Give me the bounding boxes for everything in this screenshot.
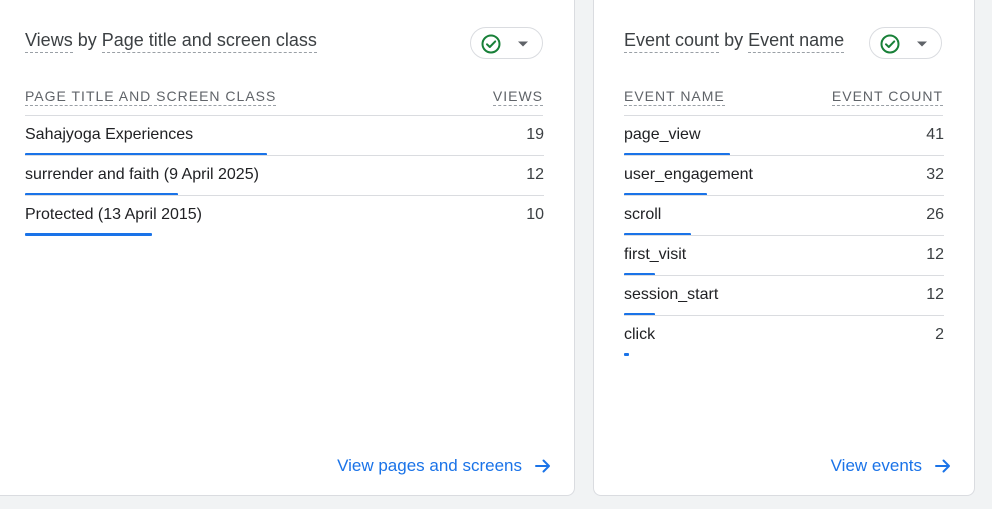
table-row[interactable]: page_view 41: [624, 115, 944, 156]
view-events-link[interactable]: View events: [831, 455, 952, 477]
column-header-metric[interactable]: VIEWS: [492, 87, 543, 106]
row-label: page_view: [624, 126, 701, 143]
column-header-dimension[interactable]: EVENT NAME: [624, 87, 725, 106]
caret-down-icon: [518, 41, 528, 47]
title-connector: by: [77, 30, 97, 50]
link-label: View events: [830, 456, 922, 475]
dimension-title[interactable]: Event name: [748, 30, 845, 53]
card-options-button[interactable]: [470, 27, 543, 59]
title-connector: by: [724, 30, 744, 50]
row-label: user_engagement: [624, 166, 753, 183]
table-row[interactable]: scroll 26: [624, 195, 944, 236]
row-value: 12: [926, 286, 944, 303]
caret-down-icon: [917, 41, 927, 47]
column-header-dimension[interactable]: PAGE TITLE AND SCREEN CLASS: [25, 87, 277, 106]
arrow-right-icon: [535, 459, 550, 473]
row-value-bar: [624, 353, 629, 356]
row-label: Sahajyoga Experiences: [25, 126, 194, 143]
metric-title[interactable]: Event count: [624, 30, 720, 53]
card-title: Views by Page title and screen class: [25, 29, 317, 53]
metric-title[interactable]: Views: [25, 30, 73, 53]
column-header-metric[interactable]: EVENT COUNT: [831, 87, 943, 106]
table-row[interactable]: surrender and faith (9 April 2025) 12: [25, 155, 544, 196]
row-label: click: [624, 326, 656, 343]
row-value-bar: [25, 233, 152, 236]
row-label: session_start: [624, 286, 719, 303]
row-value: 12: [526, 166, 544, 183]
table-row[interactable]: user_engagement 32: [624, 155, 944, 196]
row-value: 41: [926, 126, 944, 143]
table-row[interactable]: Sahajyoga Experiences 19: [25, 115, 544, 156]
card-title: Event count by Event name: [624, 29, 845, 53]
link-label: View pages and screens: [337, 456, 522, 475]
view-pages-and-screens-link[interactable]: View pages and screens: [337, 455, 552, 477]
event-count-by-event-name-card: Event count by Event name EVENT NAME EVE…: [593, 0, 975, 496]
card-options-button[interactable]: [869, 27, 942, 59]
row-label: surrender and faith (9 April 2025): [25, 166, 259, 183]
table-row[interactable]: Protected (13 April 2015) 10: [25, 195, 544, 236]
row-label: scroll: [624, 206, 662, 223]
views-by-page-title-card: Views by Page title and screen class PAG…: [0, 0, 575, 496]
row-value: 26: [926, 206, 944, 223]
row-value: 10: [526, 206, 544, 223]
check-circle-icon: [880, 34, 900, 54]
row-value: 32: [926, 166, 944, 183]
dimension-title[interactable]: Page title and screen class: [101, 30, 317, 53]
table-row[interactable]: first_visit 12: [624, 235, 944, 276]
row-value: 19: [526, 126, 544, 143]
row-label: Protected (13 April 2015): [25, 206, 202, 223]
table-row[interactable]: click 2: [624, 315, 944, 356]
check-circle-icon: [481, 34, 501, 54]
row-value: 2: [935, 326, 944, 343]
arrow-right-icon: [935, 459, 950, 473]
row-value: 12: [926, 246, 944, 263]
table-row[interactable]: session_start 12: [624, 275, 944, 316]
row-label: first_visit: [624, 246, 687, 263]
